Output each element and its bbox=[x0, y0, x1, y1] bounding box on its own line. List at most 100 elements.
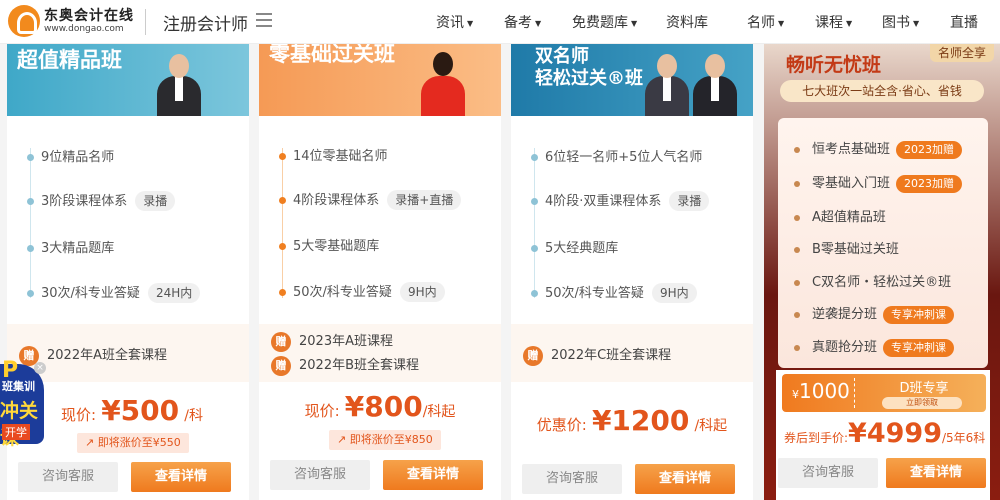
gift-icon: 赠 bbox=[523, 345, 543, 366]
detail-button[interactable]: 查看详情 bbox=[635, 464, 735, 494]
included-class-item: 逆袭提分班 专享冲刺课 bbox=[794, 303, 955, 324]
nav-item-news[interactable]: 资讯 ▼ bbox=[436, 12, 473, 32]
nav-item-courses[interactable]: 课程 ▼ bbox=[815, 12, 852, 32]
detail-button[interactable]: 查看详情 bbox=[131, 462, 231, 492]
card-title: 零基础过关班 bbox=[269, 44, 395, 66]
price-rise-notice: ↗ 即将涨价至¥550 bbox=[77, 433, 189, 453]
price-rise-notice: ↗ 即将涨价至¥850 bbox=[329, 430, 441, 450]
coupon[interactable]: ¥1000 D班专享 立即领取 bbox=[782, 374, 986, 412]
nav-item-free-questions[interactable]: 免费题库 ▼ bbox=[572, 12, 637, 32]
caret-down-icon: ▼ bbox=[535, 18, 542, 28]
feature-tag: 录播 bbox=[669, 191, 710, 211]
gift-item: 赠 2023年A班课程 bbox=[271, 330, 393, 352]
course-card-b: 零基础过关班 14位零基础名师 4阶段课程体系 录播+直播 5大零基础题库 50次… bbox=[259, 44, 501, 500]
card-banner: 超值精品班 bbox=[7, 44, 249, 116]
teacher-photo bbox=[419, 50, 467, 116]
close-icon[interactable]: × bbox=[34, 362, 46, 374]
feature-tag: 24H内 bbox=[147, 283, 201, 303]
card-badge: 名师全享 bbox=[930, 44, 994, 62]
included-class-item: 零基础入门班 2023加赠 bbox=[794, 172, 963, 193]
teacher-photo bbox=[691, 50, 739, 116]
nav-item-library[interactable]: 资料库 bbox=[666, 12, 708, 32]
feature-tag: 9H内 bbox=[651, 283, 697, 303]
feature-tag: 9H内 bbox=[399, 282, 445, 302]
nav-label: 备考 bbox=[504, 15, 532, 31]
coupon-name: D班专享 bbox=[899, 381, 949, 396]
nav-item-teachers[interactable]: 名师 ▼ bbox=[747, 12, 784, 32]
claim-coupon-button[interactable]: 立即领取 bbox=[882, 397, 962, 409]
site-header: 东奥会计在线 www.dongao.com 注册会计师 资讯 ▼ 备考 ▼ 免费题库… bbox=[0, 0, 1000, 44]
feature-item: 30次/科专业答疑 24H内 bbox=[27, 282, 201, 303]
arrow-up-icon: ↗ bbox=[85, 436, 95, 449]
nav-item-live[interactable]: 直播 bbox=[950, 12, 978, 32]
brand-name[interactable]: 东奥会计在线 bbox=[44, 5, 134, 25]
gift-item: 赠 2022年B班全套课程 bbox=[271, 354, 419, 376]
card-subtitle: 七大班次一站全含·省心、省钱 bbox=[780, 80, 984, 102]
menu-icon[interactable] bbox=[256, 13, 272, 28]
consult-button[interactable]: 咨询客服 bbox=[778, 458, 878, 488]
nav-label: 资料库 bbox=[666, 15, 708, 31]
detail-button[interactable]: 查看详情 bbox=[383, 460, 483, 490]
coupon-value: ¥1000 bbox=[792, 379, 850, 403]
included-class-item: A超值精品班 bbox=[794, 206, 886, 225]
included-class-item: 恒考点基础班 2023加赠 bbox=[794, 138, 963, 159]
nav-label: 免费题库 bbox=[572, 15, 628, 31]
feature-tag: 录播 bbox=[135, 191, 176, 211]
gift-icon: 赠 bbox=[271, 331, 291, 352]
site-title[interactable]: 注册会计师 bbox=[163, 10, 248, 35]
price-panel: ¥1000 D班专享 立即领取 券后到手价:¥4999/5年6科 咨询客服 查看… bbox=[776, 370, 990, 500]
nav-label: 图书 bbox=[882, 15, 910, 31]
feature-item: 4阶段·双重课程体系 录播 bbox=[531, 190, 710, 211]
nav-item-prep[interactable]: 备考 ▼ bbox=[504, 12, 541, 32]
course-card-d: 畅听无忧班 名师全享 七大班次一站全含·省心、省钱 恒考点基础班 2023加赠 零… bbox=[764, 44, 1000, 500]
card-title: 双名师 轻松过关®班 bbox=[535, 46, 643, 89]
caret-down-icon: ▼ bbox=[778, 18, 785, 28]
gift-box: 赠 2022年C班全套课程 bbox=[511, 324, 753, 382]
included-class-item: C双名师・轻松过关®班 bbox=[794, 271, 951, 290]
nav-label: 直播 bbox=[950, 15, 978, 31]
consult-button[interactable]: 咨询客服 bbox=[18, 462, 118, 492]
feature-item: 50次/科专业答疑 9H内 bbox=[279, 281, 445, 302]
class-tag: 2023加赠 bbox=[896, 175, 963, 193]
gift-item: 赠 2022年C班全套课程 bbox=[523, 344, 671, 366]
caret-down-icon: ▼ bbox=[467, 18, 474, 28]
gift-icon: 赠 bbox=[271, 355, 291, 376]
caret-down-icon: ▼ bbox=[631, 18, 638, 28]
caret-down-icon: ▼ bbox=[913, 18, 920, 28]
included-class-item: 真题抢分班 专享冲刺课 bbox=[794, 336, 955, 357]
course-card-c: 双名师 轻松过关®班 6位轻一名师+5位人气名师 4阶段·双重课程体系 录播 5大经… bbox=[511, 44, 753, 500]
nav-label: 课程 bbox=[815, 15, 843, 31]
consult-button[interactable]: 咨询客服 bbox=[522, 464, 622, 494]
feature-item: 14位零基础名师 bbox=[279, 145, 388, 164]
consult-button[interactable]: 咨询客服 bbox=[270, 460, 370, 490]
gift-box: 赠 2023年A班课程 赠 2022年B班全套课程 bbox=[259, 324, 501, 382]
included-classes-panel: 恒考点基础班 2023加赠 零基础入门班 2023加赠 A超值精品班 B零基础过关班… bbox=[778, 118, 988, 368]
card-title: 畅听无忧班 bbox=[786, 54, 882, 76]
floating-promo[interactable]: P 班集训 冲关课 开学 × bbox=[0, 358, 46, 454]
detail-button[interactable]: 查看详情 bbox=[886, 458, 986, 488]
arrow-up-icon: ↗ bbox=[337, 433, 347, 446]
nav-label: 资讯 bbox=[436, 15, 464, 31]
feature-tag: 录播+直播 bbox=[387, 190, 462, 210]
class-tag: 专享冲刺课 bbox=[883, 306, 955, 324]
price: 券后到手价:¥4999/5年6科 bbox=[784, 418, 986, 449]
feature-item: 50次/科专业答疑 9H内 bbox=[531, 282, 697, 303]
feature-item: 5大零基础题库 bbox=[279, 235, 379, 254]
feature-item: 5大经典题库 bbox=[531, 237, 618, 256]
class-tag: 专享冲刺课 bbox=[883, 339, 955, 357]
header-divider bbox=[145, 9, 146, 35]
class-tag: 2023加赠 bbox=[896, 141, 963, 159]
teacher-photo bbox=[643, 50, 691, 116]
price: 优惠价: ¥1200 /科起 bbox=[536, 404, 728, 437]
card-title: 超值精品班 bbox=[17, 47, 122, 72]
logo-icon[interactable] bbox=[8, 5, 40, 37]
nav-label: 名师 bbox=[747, 15, 775, 31]
feature-item: 9位精品名师 bbox=[27, 146, 114, 165]
brand-url: www.dongao.com bbox=[44, 24, 124, 34]
price: 现价: ¥800/科起 bbox=[304, 390, 456, 423]
feature-item: 4阶段课程体系 录播+直播 bbox=[279, 189, 462, 210]
feature-item: 3阶段课程体系 录播 bbox=[27, 190, 176, 211]
nav-item-books[interactable]: 图书 ▼ bbox=[882, 12, 919, 32]
caret-down-icon: ▼ bbox=[846, 18, 853, 28]
card-banner: 双名师 轻松过关®班 bbox=[511, 44, 753, 116]
